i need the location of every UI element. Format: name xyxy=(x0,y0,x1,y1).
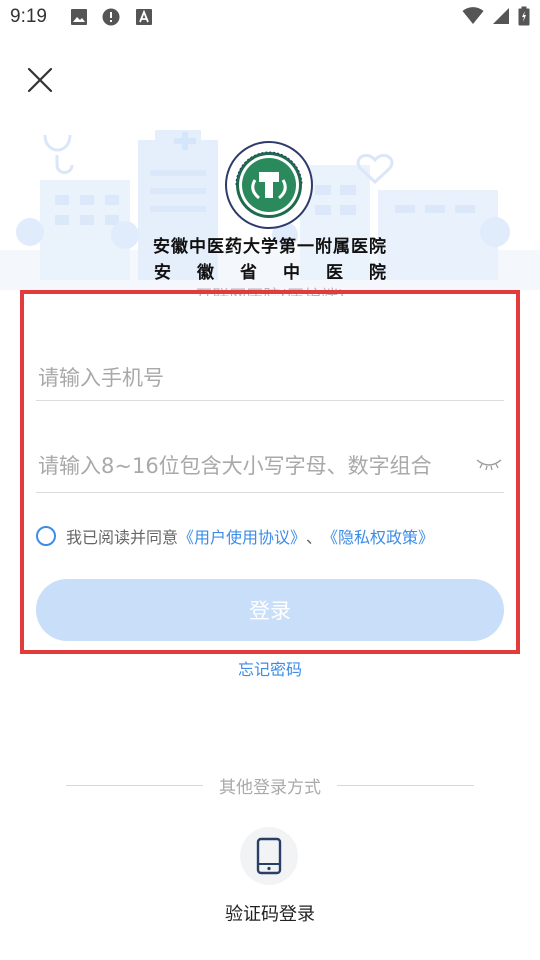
app-subtitle: 互联网医院(医护端) xyxy=(0,282,540,296)
close-icon xyxy=(27,67,53,93)
user-agreement-link[interactable]: 《用户使用协议》 xyxy=(178,524,306,548)
login-button[interactable]: 登录 xyxy=(36,579,504,641)
other-login-divider: 其他登录方式 xyxy=(66,773,474,798)
battery-icon xyxy=(518,6,530,30)
hospital-name-line1: 安徽中医药大学第一附属医院 xyxy=(153,237,387,257)
sms-login-label[interactable]: 验证码登录 xyxy=(0,900,540,926)
agree-radio[interactable] xyxy=(36,526,56,546)
agreement-row: 我已阅读并同意 《用户使用协议》 、 《隐私权政策》 xyxy=(36,522,434,550)
divider-line-right xyxy=(337,784,474,786)
password-field xyxy=(36,446,504,493)
hospital-name-line2: 安徽省中医院 xyxy=(154,263,412,283)
agree-prefix: 我已阅读并同意 xyxy=(66,528,179,547)
privacy-policy-link[interactable]: 《隐私权政策》 xyxy=(322,524,434,548)
sms-login-button[interactable] xyxy=(240,827,298,885)
forgot-password-link[interactable]: 忘记密码 xyxy=(0,656,540,680)
hospital-seal-logo xyxy=(225,141,313,229)
status-time: 9:19 xyxy=(10,6,47,27)
image-icon xyxy=(70,8,88,26)
signal-icon xyxy=(492,7,510,29)
login-screen: 9:19 安徽中医药大学第一附属医院 安徽省中医院 请输入手机号 我已阅读并同意… xyxy=(0,0,540,960)
alert-icon xyxy=(102,8,120,26)
other-login-title: 其他登录方式 xyxy=(219,777,321,798)
close-button[interactable] xyxy=(20,60,60,100)
phone-field xyxy=(36,358,504,401)
phone-icon xyxy=(256,837,282,875)
a-icon xyxy=(135,8,153,26)
wifi-icon xyxy=(462,7,484,29)
divider-line-left xyxy=(66,784,203,786)
phone-input[interactable] xyxy=(36,358,470,398)
agree-separator: 、 xyxy=(306,528,323,547)
eye-closed-icon[interactable] xyxy=(474,456,504,472)
password-input[interactable] xyxy=(36,446,470,486)
status-bar: 9:19 xyxy=(0,0,540,36)
